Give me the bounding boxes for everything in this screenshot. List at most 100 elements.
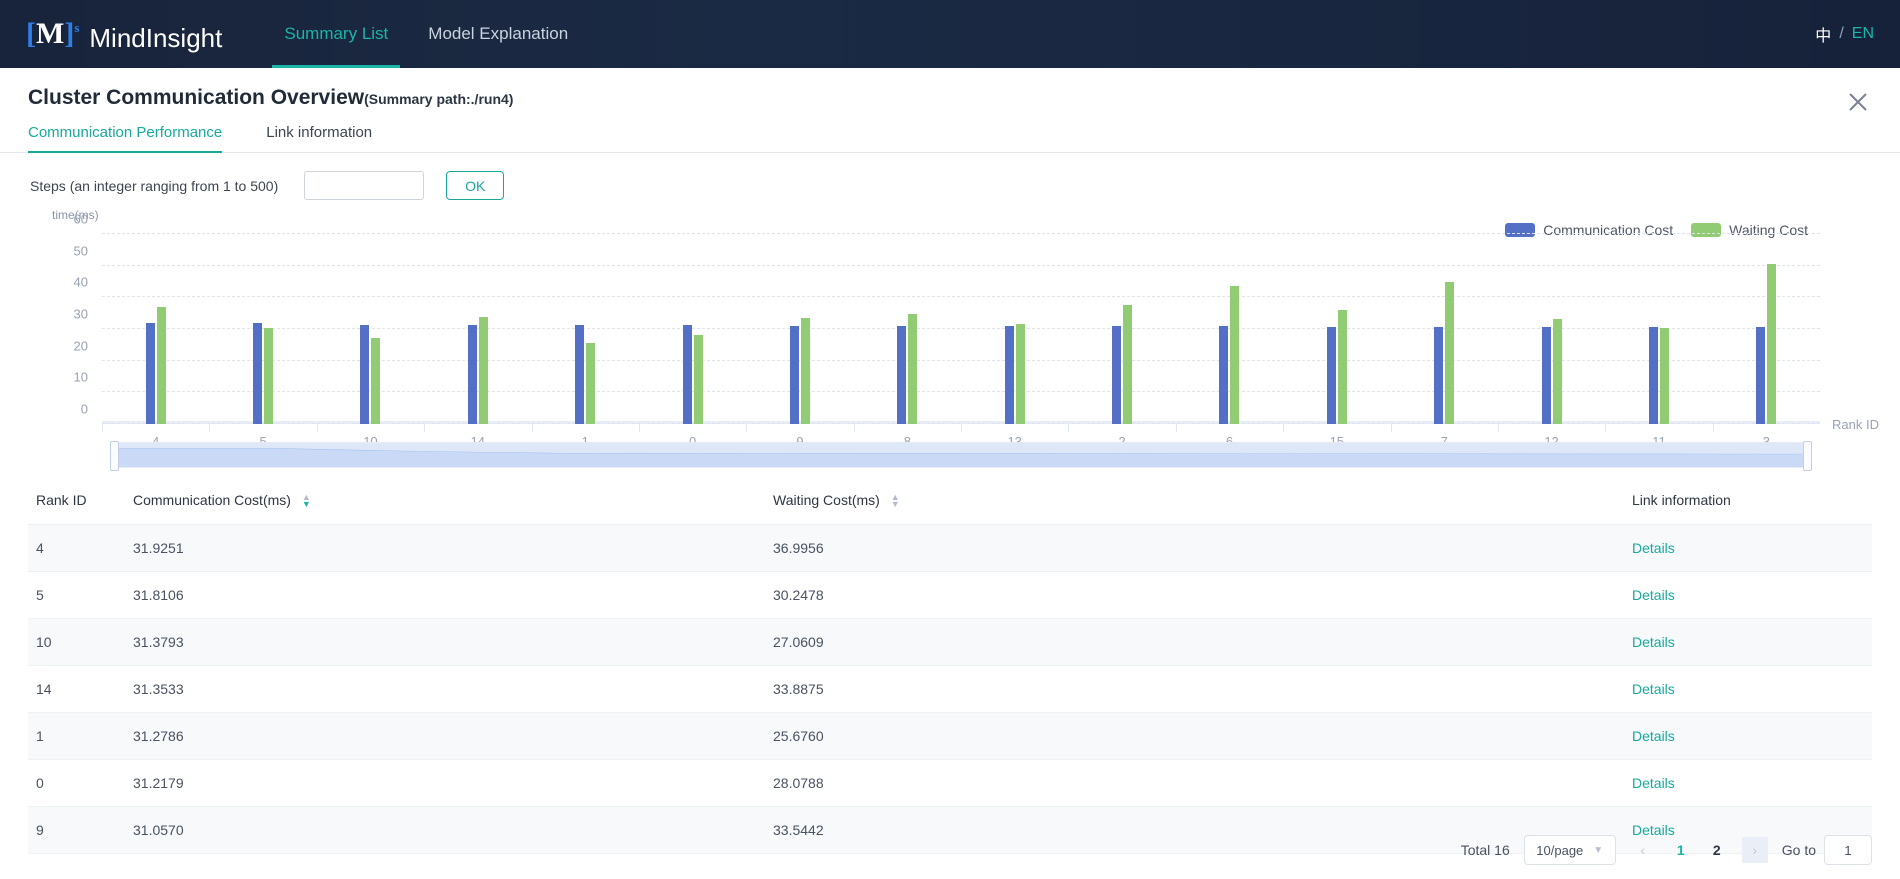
datazoom-handle-right[interactable]: [1803, 441, 1812, 471]
cell-link-information[interactable]: Details: [1632, 713, 1872, 760]
chart-plot-area: Rank ID 01020304050604510141098132615712…: [102, 234, 1820, 424]
details-link[interactable]: Details: [1632, 540, 1675, 556]
details-link[interactable]: Details: [1632, 775, 1675, 791]
chart-bar-group[interactable]: [639, 234, 746, 424]
pagination-page-1[interactable]: 1: [1670, 842, 1692, 858]
details-link[interactable]: Details: [1632, 634, 1675, 650]
page-subtitle-summary-path: (Summary path:./run4): [364, 91, 513, 107]
bar-waiting-cost[interactable]: [908, 314, 917, 424]
sort-icon-communication-cost[interactable]: ▲▼: [302, 494, 311, 508]
bar-communication-cost[interactable]: [1005, 326, 1014, 424]
chart-bar-group[interactable]: [961, 234, 1068, 424]
bar-communication-cost[interactable]: [1649, 327, 1658, 424]
bar-waiting-cost[interactable]: [1230, 286, 1239, 424]
chart-x-tick-mark: [532, 424, 533, 432]
chart-bar-group[interactable]: [746, 234, 853, 424]
sort-descending-icon[interactable]: ▼: [302, 501, 311, 508]
bar-waiting-cost[interactable]: [264, 328, 273, 424]
chart-bar-group[interactable]: [532, 234, 639, 424]
tab-link-information[interactable]: Link information: [266, 124, 372, 152]
steps-label: Steps (an integer ranging from 1 to 500): [30, 178, 278, 194]
pagination-prev-button[interactable]: ‹: [1630, 837, 1656, 863]
bar-waiting-cost[interactable]: [1123, 305, 1132, 424]
bar-waiting-cost[interactable]: [1767, 264, 1776, 424]
bar-waiting-cost[interactable]: [1553, 319, 1562, 424]
pagination-page-2[interactable]: 2: [1706, 842, 1728, 858]
bar-waiting-cost[interactable]: [586, 343, 595, 424]
language-option-en[interactable]: EN: [1852, 25, 1874, 43]
cell-link-information[interactable]: Details: [1632, 619, 1872, 666]
bar-communication-cost[interactable]: [1434, 327, 1443, 424]
bar-communication-cost[interactable]: [253, 323, 262, 424]
chart-bar-group[interactable]: [854, 234, 961, 424]
column-header-communication-cost[interactable]: Communication Cost(ms) ▲▼: [133, 478, 773, 525]
bar-waiting-cost[interactable]: [1660, 328, 1669, 424]
chart-x-axis-title: Rank ID: [1832, 417, 1879, 432]
pagination-next-button[interactable]: ›: [1742, 837, 1768, 863]
chart-bar-group[interactable]: [209, 234, 316, 424]
sort-descending-icon[interactable]: ▼: [891, 501, 900, 508]
cell-link-information[interactable]: Details: [1632, 666, 1872, 713]
bar-communication-cost[interactable]: [146, 323, 155, 424]
bar-waiting-cost[interactable]: [694, 335, 703, 424]
bar-communication-cost[interactable]: [575, 325, 584, 424]
table-row: 1031.379327.0609Details: [28, 619, 1872, 666]
sort-icon-waiting-cost[interactable]: ▲▼: [891, 494, 900, 508]
bar-communication-cost[interactable]: [1112, 326, 1121, 424]
bar-communication-cost[interactable]: [1219, 326, 1228, 424]
language-option-zh[interactable]: 中: [1815, 22, 1831, 46]
close-icon[interactable]: [1842, 86, 1874, 118]
chart-bar-group[interactable]: [1713, 234, 1820, 424]
chart-y-tick-label: 10: [74, 370, 88, 385]
chart-bar-group[interactable]: [1391, 234, 1498, 424]
nav-tab-model-explanation[interactable]: Model Explanation: [408, 0, 588, 68]
bar-waiting-cost[interactable]: [371, 338, 380, 424]
cell-link-information[interactable]: Details: [1632, 572, 1872, 619]
column-label-link-information: Link information: [1632, 492, 1731, 508]
column-header-link-information: Link information: [1632, 478, 1872, 525]
tab-communication-performance[interactable]: Communication Performance: [28, 124, 222, 152]
bar-waiting-cost[interactable]: [479, 317, 488, 424]
table-row: 1431.353333.8875Details: [28, 666, 1872, 713]
pagination-goto: Go to: [1782, 835, 1872, 865]
page-size-select[interactable]: 10/page ▼: [1524, 835, 1616, 865]
bar-waiting-cost[interactable]: [801, 318, 810, 424]
chart-bar-group[interactable]: [1283, 234, 1390, 424]
bar-communication-cost[interactable]: [1327, 327, 1336, 424]
column-header-waiting-cost[interactable]: Waiting Cost(ms) ▲▼: [773, 478, 1632, 525]
datazoom-handle-left[interactable]: [110, 441, 119, 471]
chart-y-tick-label: 60: [74, 212, 88, 227]
bar-waiting-cost[interactable]: [157, 307, 166, 424]
ok-button[interactable]: OK: [446, 171, 504, 200]
cell-communication-cost: 31.8106: [133, 572, 773, 619]
chart-bar-group[interactable]: [317, 234, 424, 424]
bar-communication-cost[interactable]: [1542, 327, 1551, 424]
chart-bar-group[interactable]: [424, 234, 531, 424]
steps-input[interactable]: [304, 171, 424, 200]
chart-x-tick-mark: [639, 424, 640, 432]
app-logo[interactable]: [M]s MindInsight: [26, 19, 222, 49]
details-link[interactable]: Details: [1632, 681, 1675, 697]
details-link[interactable]: Details: [1632, 587, 1675, 603]
bar-communication-cost[interactable]: [468, 325, 477, 424]
pagination-goto-input[interactable]: [1824, 835, 1872, 865]
chart-bar-group[interactable]: [1498, 234, 1605, 424]
bar-communication-cost[interactable]: [790, 326, 799, 424]
nav-tab-summary-list[interactable]: Summary List: [264, 0, 408, 68]
cell-communication-cost: 31.3793: [133, 619, 773, 666]
chart-bar-group[interactable]: [1068, 234, 1175, 424]
bar-communication-cost[interactable]: [360, 325, 369, 424]
cell-link-information[interactable]: Details: [1632, 760, 1872, 807]
bar-waiting-cost[interactable]: [1445, 282, 1454, 424]
chart-bar-group[interactable]: [102, 234, 209, 424]
chart-datazoom-slider[interactable]: [110, 442, 1812, 468]
bar-waiting-cost[interactable]: [1016, 324, 1025, 424]
bar-communication-cost[interactable]: [1756, 327, 1765, 424]
chart-bar-group[interactable]: [1605, 234, 1712, 424]
bar-communication-cost[interactable]: [897, 326, 906, 424]
chart-bar-group[interactable]: [1176, 234, 1283, 424]
bar-waiting-cost[interactable]: [1338, 310, 1347, 424]
cell-link-information[interactable]: Details: [1632, 525, 1872, 572]
bar-communication-cost[interactable]: [683, 325, 692, 424]
details-link[interactable]: Details: [1632, 728, 1675, 744]
